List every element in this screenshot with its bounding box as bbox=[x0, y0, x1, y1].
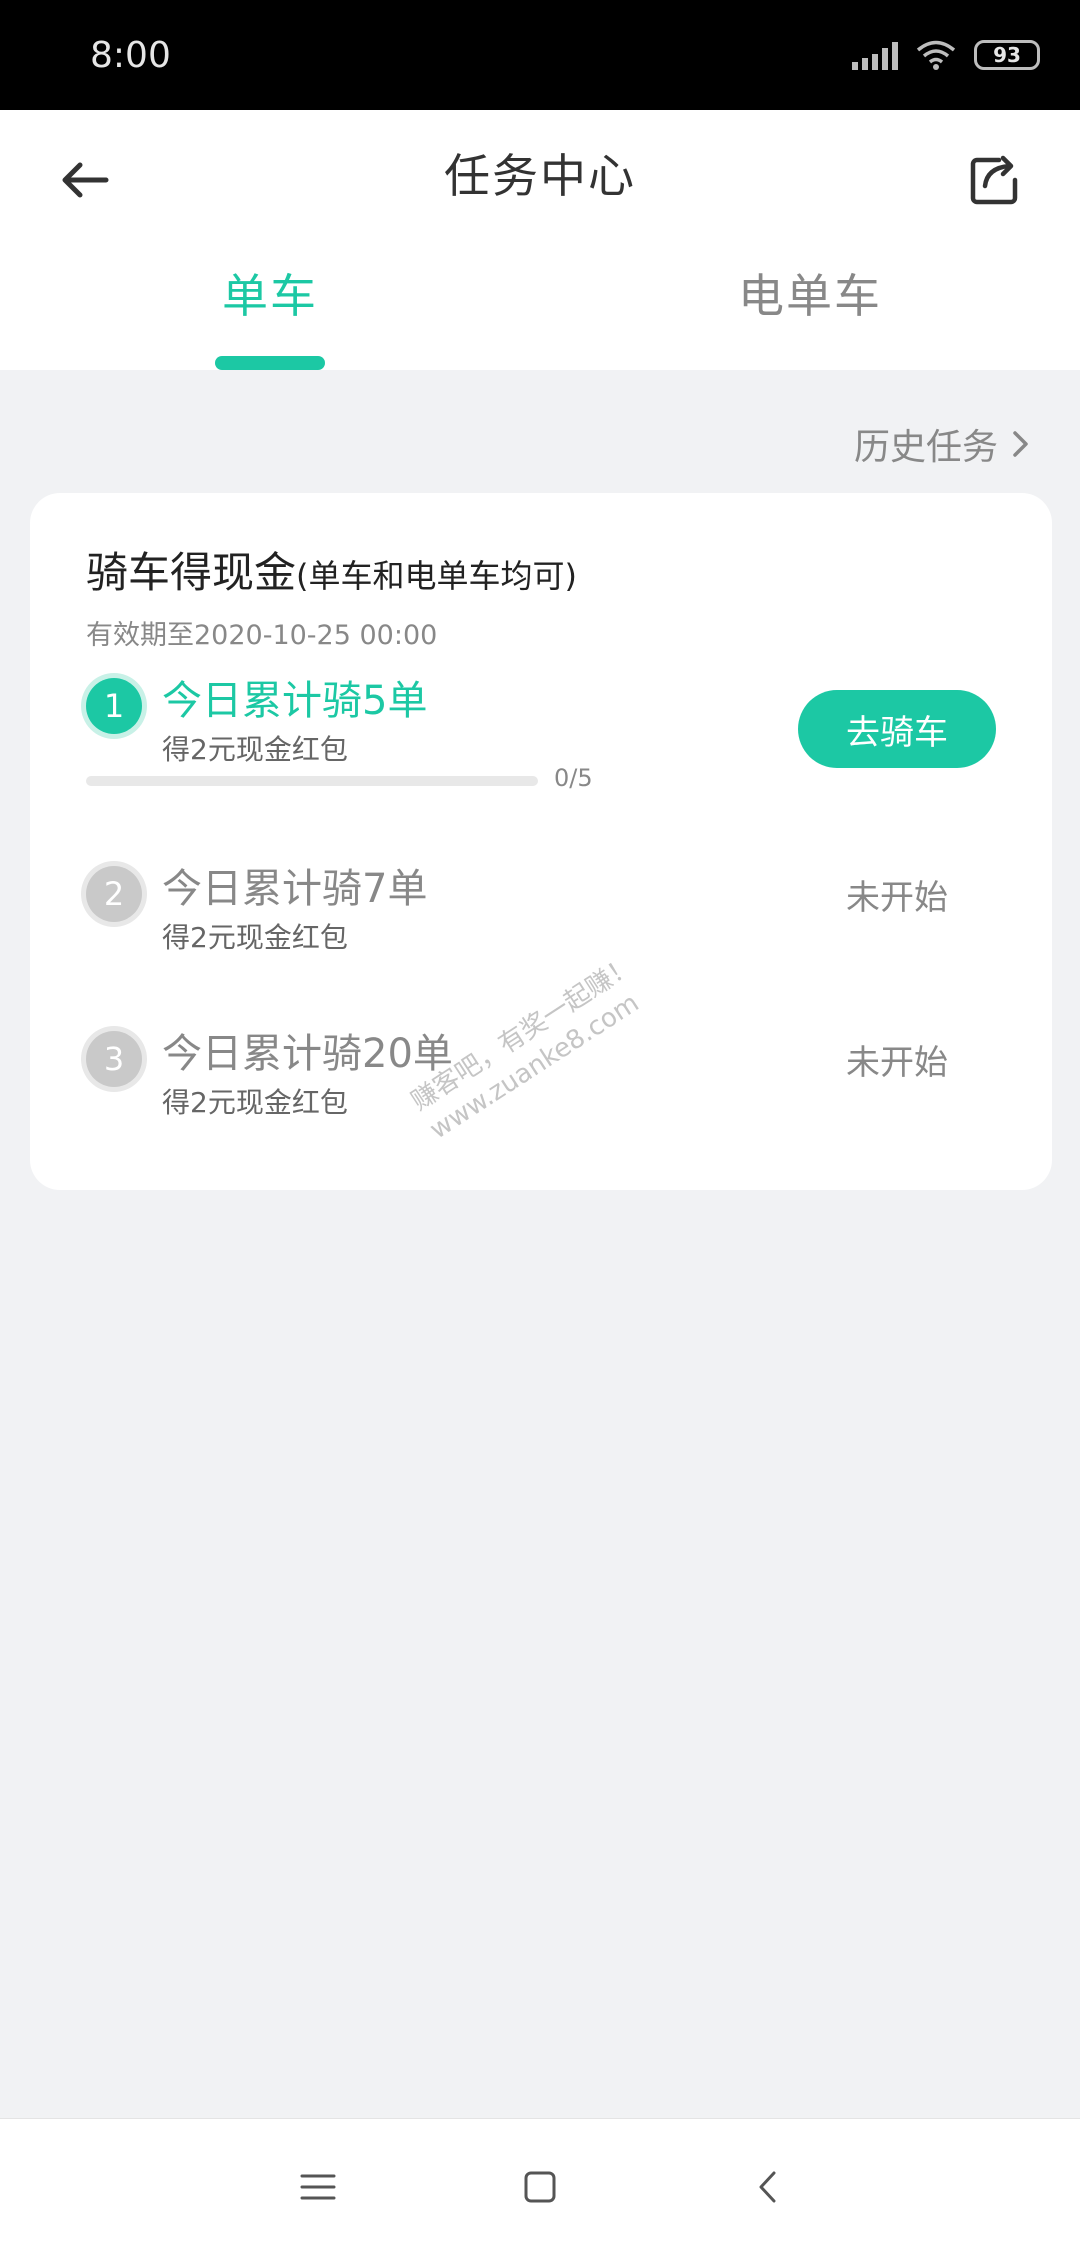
nav-menu-button[interactable] bbox=[290, 2159, 346, 2215]
card-title-main: 骑车得现金 bbox=[86, 548, 297, 597]
wifi-icon bbox=[916, 40, 956, 70]
task-status: 未开始 bbox=[846, 878, 948, 918]
chevron-right-icon bbox=[1013, 431, 1028, 457]
page-title: 任务中心 bbox=[444, 149, 636, 203]
tab-ebike[interactable]: 电单车 bbox=[660, 260, 960, 326]
tab-bar: 单车 电单车 bbox=[0, 260, 1080, 370]
task-reward: 得2元现金红包 bbox=[162, 921, 348, 954]
task-progress-text: 0/5 bbox=[554, 764, 593, 792]
task-card: 骑车得现金(单车和电单车均可) 有效期至2020-10-25 00:00 1 今… bbox=[30, 493, 1052, 1190]
task-name: 今日累计骑20单 bbox=[162, 1031, 453, 1077]
chevron-left-icon bbox=[759, 2171, 776, 2203]
task-item-2: 2 今日累计骑7单 得2元现金红包 未开始 bbox=[86, 856, 996, 976]
task-status: 未开始 bbox=[846, 1043, 948, 1083]
menu-icon bbox=[300, 2174, 336, 2200]
nav-back-button[interactable] bbox=[740, 2159, 796, 2215]
card-title: 骑车得现金(单车和电单车均可) bbox=[86, 539, 577, 600]
battery-icon: 93 bbox=[974, 40, 1040, 70]
go-ride-button[interactable]: 去骑车 bbox=[798, 690, 996, 768]
task-item-1: 1 今日累计骑5单 得2元现金红包 0/5 去骑车 bbox=[86, 668, 996, 792]
history-tasks-label: 历史任务 bbox=[853, 427, 998, 468]
status-bar: 8:00 93 bbox=[0, 0, 1080, 110]
history-tasks-link[interactable]: 历史任务 bbox=[854, 418, 1030, 470]
signal-icon bbox=[852, 40, 898, 70]
nav-home-button[interactable] bbox=[512, 2159, 568, 2215]
task-number-badge: 1 bbox=[86, 678, 142, 734]
task-number-badge: 3 bbox=[86, 1031, 142, 1087]
share-button[interactable] bbox=[960, 145, 1030, 215]
task-reward: 得2元现金红包 bbox=[162, 733, 348, 766]
header: 任务中心 单车 电单车 bbox=[0, 110, 1080, 370]
tab-indicator bbox=[215, 356, 325, 370]
task-progress-bar bbox=[86, 776, 538, 786]
task-item-3: 3 今日累计骑20单 得2元现金红包 未开始 bbox=[86, 1021, 996, 1141]
battery-level: 93 bbox=[993, 43, 1021, 67]
system-nav-bar bbox=[0, 2118, 1080, 2248]
tab-bike[interactable]: 单车 bbox=[120, 260, 420, 326]
share-icon bbox=[970, 155, 1018, 205]
validity-date: 有效期至2020-10-25 00:00 bbox=[86, 620, 438, 651]
card-title-note: (单车和电单车均可) bbox=[296, 557, 577, 595]
status-time: 8:00 bbox=[90, 34, 171, 76]
status-icons: 93 bbox=[852, 39, 1040, 71]
square-icon bbox=[524, 2171, 556, 2203]
task-name: 今日累计骑7单 bbox=[162, 866, 428, 912]
task-number-badge: 2 bbox=[86, 866, 142, 922]
task-name: 今日累计骑5单 bbox=[162, 678, 428, 724]
task-reward: 得2元现金红包 bbox=[162, 1086, 348, 1119]
